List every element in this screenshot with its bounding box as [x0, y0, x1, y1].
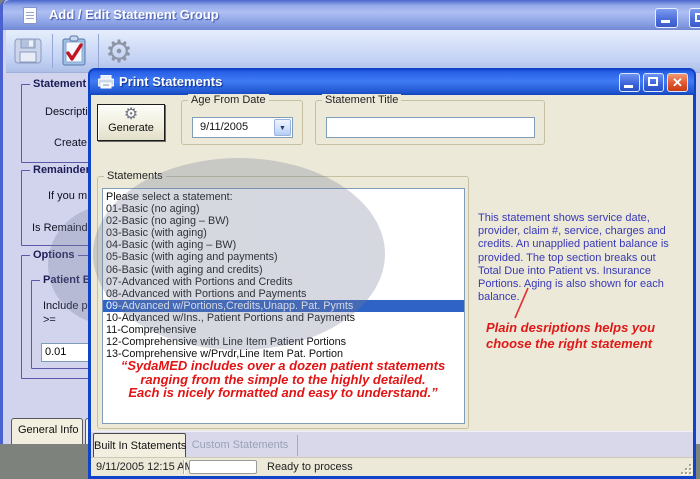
statement-item[interactable]: 02-Basic (no aging – BW) [103, 215, 464, 227]
amount-input[interactable]: 0.01 [41, 343, 95, 362]
statement-item[interactable]: 01-Basic (no aging) [103, 203, 464, 215]
toolbar: ⚙ [6, 30, 700, 73]
status-message: Ready to process [267, 461, 353, 473]
annotation-text: Plain desriptions helps you choose the r… [486, 320, 691, 352]
background-titlebar[interactable]: Add / Edit Statement Group [3, 0, 700, 30]
post-clipboard-check-icon[interactable] [56, 33, 92, 69]
description-label: Descriptio [45, 106, 94, 118]
resize-grip[interactable] [679, 462, 691, 474]
tab-separator [297, 435, 298, 456]
maximize-button[interactable] [689, 8, 700, 28]
annotation-pointer-line [506, 287, 546, 323]
gear-icon: ⚙ [98, 107, 164, 122]
statement-item[interactable]: Please select a statement: [103, 191, 464, 203]
quote-line: “SydaMED includes over a dozen patient s… [98, 359, 468, 373]
progress-box [189, 460, 257, 474]
save-floppy-icon[interactable] [10, 33, 46, 69]
minimize-button[interactable] [655, 8, 678, 28]
chevron-down-icon[interactable]: ▼ [274, 119, 291, 136]
dialog-close-button[interactable]: ✕ [667, 73, 688, 92]
statement-title-input[interactable] [326, 117, 535, 138]
is-remainder-label: Is Remainde [32, 222, 94, 234]
statements-label: Statements [104, 170, 166, 182]
dialog-minimize-button[interactable] [619, 73, 640, 92]
tab-built-in-statements[interactable]: Built In Statements [93, 433, 186, 458]
statements-group: Statements Please select a statement:01-… [97, 176, 469, 429]
status-bar: 9/11/2005 12:15 AM Ready to process [91, 457, 693, 476]
age-from-date-value: 9/11/2005 [200, 121, 248, 133]
statement-item[interactable]: 03-Basic (with aging) [103, 227, 464, 239]
dialog-title: Print Statements [119, 74, 222, 89]
statement-item[interactable]: 10-Advanced w/Ins., Patient Portions and… [103, 312, 464, 324]
status-separator [183, 460, 184, 474]
printer-icon [98, 75, 114, 89]
toolbar-separator [98, 34, 99, 68]
statement-item[interactable]: 06-Basic (with aging and credits) [103, 264, 464, 276]
statement-title-label: Statement Title [322, 94, 401, 106]
age-from-date-combobox[interactable]: 9/11/2005 ▼ [192, 117, 293, 138]
quote-line: Each is nicely formatted and easy to und… [98, 386, 468, 400]
statement-item[interactable]: 11-Comprehensive [103, 324, 464, 336]
statement-title-group: Statement Title [315, 100, 545, 145]
age-from-date-group: Age From Date 9/11/2005 ▼ [181, 100, 303, 145]
tab-general-info[interactable]: General Info [11, 418, 83, 444]
statement-item[interactable]: 04-Basic (with aging – BW) [103, 239, 464, 251]
statement-item[interactable]: 08-Advanced with Portions and Payments [103, 288, 464, 300]
toolbar-separator [52, 34, 53, 68]
generate-button-label: Generate [108, 122, 154, 134]
settings-gear-icon[interactable]: ⚙ [101, 33, 137, 69]
dialog-titlebar[interactable]: Print Statements ✕ [90, 70, 694, 95]
document-icon [23, 7, 37, 24]
generate-button[interactable]: ⚙ Generate [97, 104, 165, 141]
statement-item[interactable]: 09-Advanced w/Portions,Credits,Unapp. Pa… [103, 300, 464, 312]
status-timestamp: 9/11/2005 12:15 AM [96, 461, 194, 473]
quote-line: ranging from the simple to the highly de… [98, 373, 468, 387]
background-window-title: Add / Edit Statement Group [49, 7, 219, 22]
dialog-maximize-button[interactable] [643, 73, 664, 92]
statement-item[interactable]: 05-Basic (with aging and payments) [103, 251, 464, 263]
if-you-label: If you m [48, 190, 87, 202]
include-label: Include p. [43, 300, 91, 312]
created-label: Create [54, 137, 87, 149]
dialog-tabstrip: Built In Statements Custom Statements [91, 431, 693, 457]
statement-item[interactable]: 12-Comprehensive with Line Item Patient … [103, 336, 464, 348]
screen: Add / Edit Statement Group [0, 0, 700, 479]
statement-item[interactable]: 07-Advanced with Portions and Credits [103, 276, 464, 288]
print-statements-dialog: Print Statements ✕ ⚙ Generate Age From D… [88, 68, 696, 479]
tab-custom-statements[interactable]: Custom Statements [188, 439, 292, 451]
options-label: Options [30, 249, 78, 261]
marketing-quote: “SydaMED includes over a dozen patient s… [98, 359, 468, 400]
gte-label: >= [43, 314, 56, 326]
dialog-client-area: ⚙ Generate Age From Date 9/11/2005 ▼ Sta… [91, 95, 693, 476]
age-from-date-label: Age From Date [188, 94, 269, 106]
